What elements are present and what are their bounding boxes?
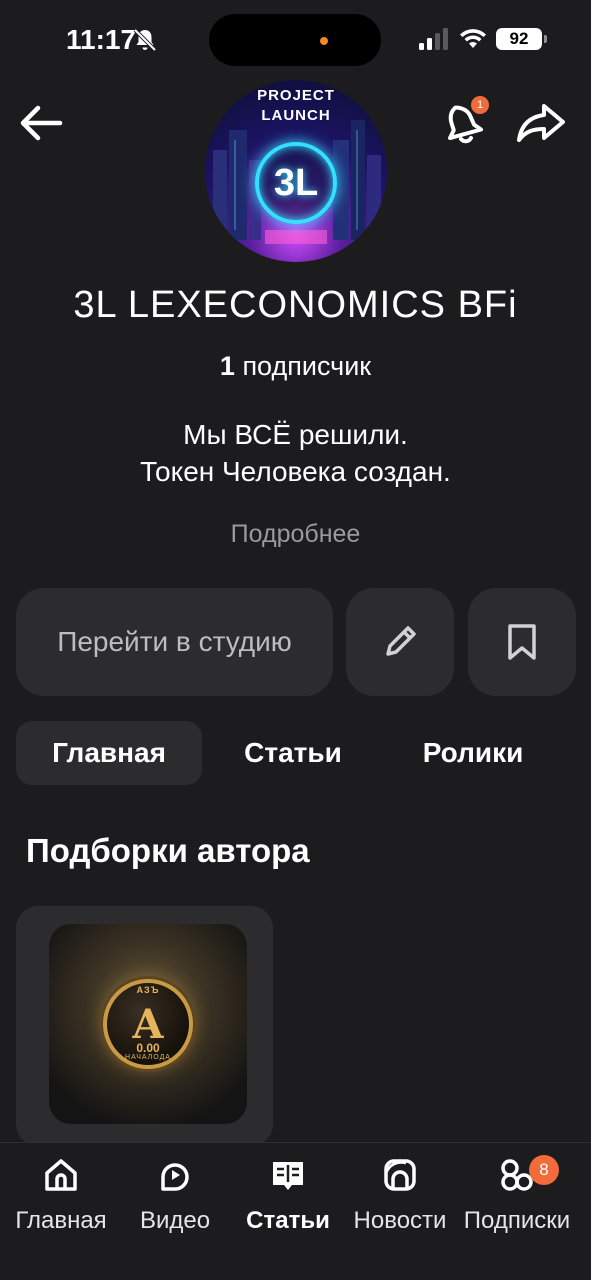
description-line2: Токен Человека создан. bbox=[140, 456, 451, 487]
bookmark-button[interactable] bbox=[468, 588, 576, 696]
signal-icon bbox=[419, 28, 448, 50]
subscriber-number: 1 bbox=[219, 351, 235, 381]
bookmark-icon bbox=[508, 624, 536, 660]
nav-item-subscriptions[interactable]: 8 Подписки bbox=[458, 1155, 576, 1245]
tab-articles[interactable]: Статьи bbox=[220, 721, 366, 785]
pencil-icon bbox=[386, 626, 416, 656]
collection-card[interactable]: АЗЪ А 0.00 НАЧАЛОДА bbox=[16, 906, 273, 1146]
dynamic-island bbox=[209, 14, 381, 66]
subscriptions-badge: 8 bbox=[529, 1155, 559, 1185]
wifi-icon bbox=[460, 29, 486, 48]
section-title: Подборки автора bbox=[26, 832, 310, 869]
coin-bottom-text: НАЧАЛОДА bbox=[125, 1054, 171, 1061]
avatar-title: PROJECT LAUNCH bbox=[205, 86, 387, 126]
news-icon bbox=[384, 1159, 416, 1191]
nav-item-news[interactable]: Новости bbox=[341, 1155, 459, 1245]
tab-main[interactable]: Главная bbox=[16, 721, 202, 785]
channel-name: 3L LEXECONOMICS BFi bbox=[73, 284, 518, 326]
edit-button[interactable] bbox=[346, 588, 454, 696]
channel-description: Мы ВСЁ решили. Токен Человека создан. bbox=[0, 416, 591, 490]
nav-item-video[interactable]: Видео bbox=[116, 1155, 234, 1245]
recording-indicator bbox=[320, 37, 328, 45]
collection-cover-image: АЗЪ А 0.00 НАЧАЛОДА bbox=[49, 924, 247, 1124]
go-to-studio-button[interactable]: Перейти в студию bbox=[16, 588, 333, 696]
avatar-title-line1: PROJECT bbox=[257, 87, 335, 104]
coin-top-text: АЗЪ bbox=[136, 985, 160, 995]
description-line1: Мы ВСЁ решили. bbox=[183, 419, 408, 450]
status-bar: 11:17 92 bbox=[0, 0, 591, 80]
tab-videos[interactable]: Ролики bbox=[400, 721, 546, 785]
subscriber-label: подписчик bbox=[242, 351, 372, 381]
channel-screen: 11:17 92 1 PROJECT LAUNCH 3L 3L LEXECONO… bbox=[0, 0, 591, 1280]
status-time: 11:17 bbox=[66, 24, 137, 55]
avatar-title-line2: LAUNCH bbox=[261, 107, 331, 124]
nav-item-home[interactable]: Главная bbox=[2, 1155, 120, 1245]
nav-label-subscriptions: Подписки bbox=[463, 1207, 571, 1234]
coin-image: АЗЪ А 0.00 НАЧАЛОДА bbox=[103, 979, 193, 1069]
coin-value: 0.00 bbox=[136, 1041, 160, 1055]
bottom-navigation: Главная Видео Статьи Новости 8 Подписки bbox=[0, 1142, 591, 1280]
articles-icon bbox=[273, 1162, 303, 1190]
notification-badge: 1 bbox=[471, 96, 489, 114]
battery-indicator: 92 bbox=[496, 28, 547, 50]
back-arrow-icon[interactable] bbox=[16, 98, 66, 148]
more-link[interactable]: Подробнее bbox=[0, 520, 591, 549]
video-icon bbox=[161, 1163, 189, 1191]
subscriber-count: 1 подписчик bbox=[0, 351, 591, 382]
channel-avatar[interactable]: PROJECT LAUNCH 3L bbox=[205, 80, 387, 262]
share-icon[interactable] bbox=[514, 98, 568, 148]
avatar-logo-mark: 3L bbox=[255, 142, 337, 224]
home-icon bbox=[45, 1159, 77, 1191]
nav-item-articles[interactable]: Статьи bbox=[229, 1155, 347, 1245]
bell-off-icon bbox=[133, 28, 157, 52]
